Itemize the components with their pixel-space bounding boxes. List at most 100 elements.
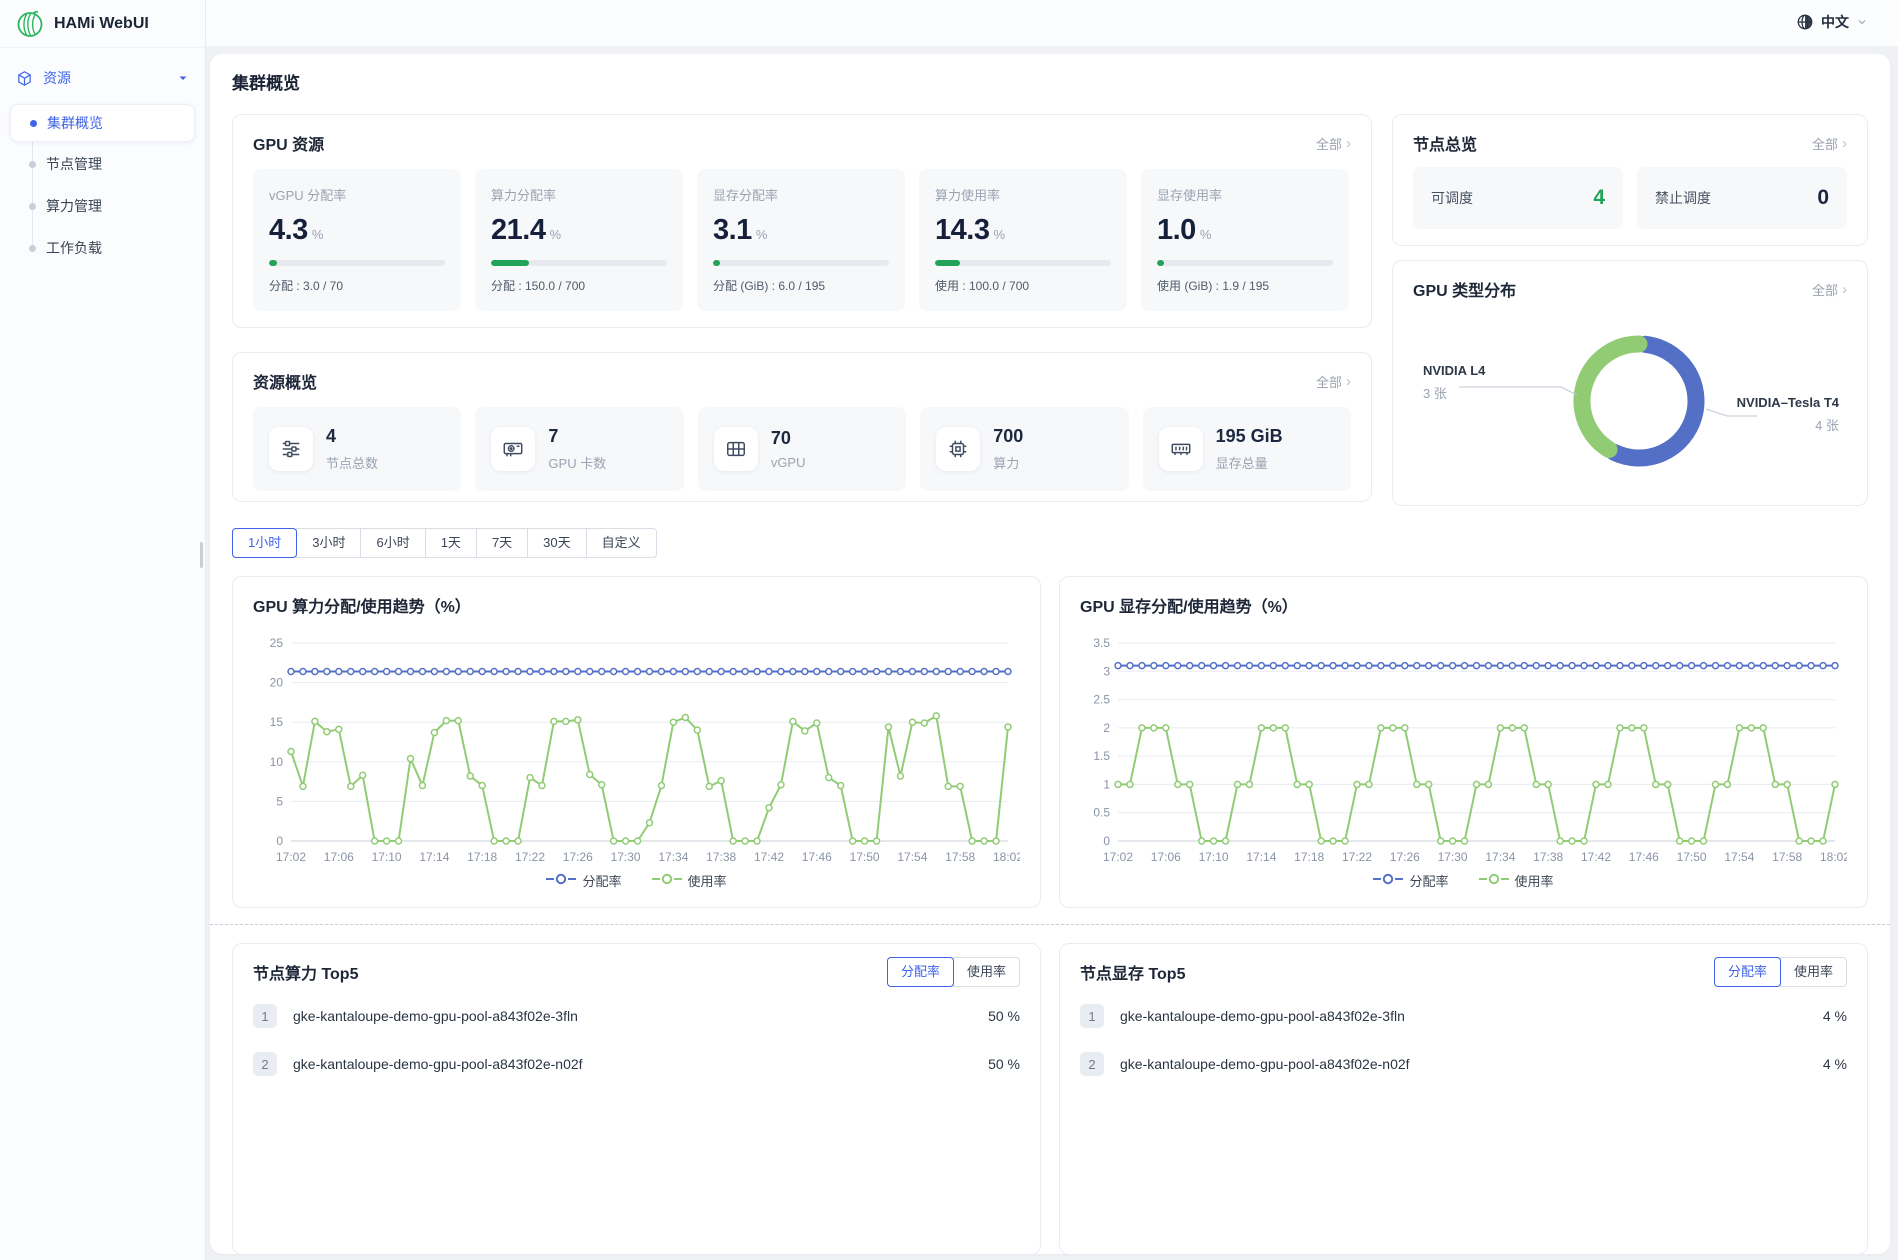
resource-label: GPU 卡数 — [548, 453, 606, 472]
chevron-down-icon — [1856, 16, 1868, 28]
sidebar-resize-handle[interactable] — [200, 542, 203, 568]
resource-tiles: 4 节点总数 7 — [253, 407, 1351, 491]
card-title: 节点总览 — [1413, 131, 1477, 155]
top5-row: 1 gke-kantaloupe-demo-gpu-pool-a843f02e-… — [253, 1004, 1020, 1028]
card-title: 节点算力 Top5 — [253, 960, 358, 984]
progress-bar — [269, 260, 445, 266]
legend-alloc-rate[interactable]: 分配率 — [1373, 871, 1448, 890]
toggle-usage-rate[interactable]: 使用率 — [953, 957, 1020, 987]
tab-1d[interactable]: 1天 — [425, 528, 477, 558]
chart-title: GPU 显存分配/使用趋势（%） — [1080, 593, 1847, 617]
node-overview-all-link[interactable]: 全部› — [1812, 134, 1847, 153]
svg-text:17:38: 17:38 — [706, 850, 736, 864]
svg-text:25: 25 — [270, 636, 284, 650]
svg-text:0: 0 — [276, 834, 283, 848]
svg-text:17:02: 17:02 — [276, 850, 306, 864]
tab-3h[interactable]: 3小时 — [296, 528, 361, 558]
schedulable-count: 4 — [1593, 186, 1605, 210]
node-tile-unschedulable: 禁止调度 0 — [1637, 167, 1847, 229]
resource-overview-card: 资源概览 全部› — [232, 352, 1372, 502]
legend-marker-icon — [652, 873, 682, 888]
language-selector[interactable]: 中文 — [1796, 12, 1868, 32]
resource-tile-vgpu: 70 vGPU — [698, 407, 906, 491]
toggle-usage-rate[interactable]: 使用率 — [1780, 957, 1847, 987]
gpu-type-donut-chart: NVIDIA L4 3 张 NVIDIA–Tesla T4 4 张 — [1413, 303, 1847, 487]
tab-7d[interactable]: 7天 — [476, 528, 528, 558]
globe-icon — [1796, 13, 1814, 31]
svg-text:17:54: 17:54 — [897, 850, 927, 864]
resource-value: 700 — [993, 426, 1023, 447]
svg-text:17:14: 17:14 — [419, 850, 449, 864]
svg-text:17:58: 17:58 — [1772, 850, 1802, 864]
svg-text:17:18: 17:18 — [1294, 850, 1324, 864]
rank-badge: 1 — [1080, 1004, 1104, 1028]
sidebar: HAMi WebUI 资源 集群概览 节点管理 算力管理 — [0, 0, 206, 1260]
unschedulable-count: 0 — [1817, 186, 1829, 210]
progress-bar — [1157, 260, 1333, 266]
legend-alloc-rate[interactable]: 分配率 — [546, 871, 621, 890]
sidebar-group-label: 资源 — [43, 68, 71, 88]
svg-text:17:18: 17:18 — [467, 850, 497, 864]
stat-value: 3.1 — [713, 214, 752, 247]
cube-icon — [16, 70, 33, 87]
sidebar-item-cluster-overview[interactable]: 集群概览 — [10, 104, 195, 142]
progress-bar — [713, 260, 889, 266]
node-name: gke-kantaloupe-demo-gpu-pool-a843f02e-n0… — [1120, 1056, 1410, 1072]
svg-text:17:34: 17:34 — [1485, 850, 1515, 864]
compute-trend-card: GPU 算力分配/使用趋势（%） 051015202517:0217:0617:… — [232, 576, 1041, 908]
sidebar-group-resources[interactable]: 资源 — [0, 58, 205, 98]
chevron-right-icon: › — [1842, 282, 1847, 297]
vgpu-icon — [714, 427, 758, 471]
svg-text:2.5: 2.5 — [1093, 693, 1110, 707]
gpu-resources-all-link[interactable]: 全部› — [1316, 134, 1351, 153]
gpu-type-all-link[interactable]: 全部› — [1812, 280, 1847, 299]
stat-value: 21.4 — [491, 214, 545, 247]
svg-text:1: 1 — [1103, 777, 1110, 791]
sidebar-submenu: 集群概览 节点管理 算力管理 工作负载 — [0, 104, 205, 268]
legend-marker-icon — [1373, 873, 1403, 888]
dashed-divider — [210, 924, 1890, 925]
sidebar-item-compute-management[interactable]: 算力管理 — [0, 186, 205, 226]
stat-detail: 使用 (GiB) : 1.9 / 195 — [1157, 277, 1333, 294]
svg-text:17:42: 17:42 — [1581, 850, 1611, 864]
memory-trend-card: GPU 显存分配/使用趋势（%） 00.511.522.533.517:0217… — [1059, 576, 1868, 908]
toggle-alloc-rate[interactable]: 分配率 — [887, 957, 954, 987]
svg-text:17:10: 17:10 — [372, 850, 402, 864]
stat-tile-compute-alloc: 算力分配率 21.4% 分配 : 150.0 / 700 — [475, 169, 683, 311]
resource-value: 70 — [771, 428, 806, 449]
tab-30d[interactable]: 30天 — [527, 528, 586, 558]
svg-text:17:46: 17:46 — [1629, 850, 1659, 864]
node-value: 4 % — [1823, 1008, 1847, 1024]
chart-title: GPU 算力分配/使用趋势（%） — [253, 593, 1020, 617]
legend-usage-rate[interactable]: 使用率 — [652, 871, 727, 890]
resource-label: 显存总量 — [1216, 453, 1283, 472]
topbar: 中文 — [0, 0, 1898, 46]
tab-custom[interactable]: 自定义 — [586, 528, 657, 558]
chevron-right-icon: › — [1346, 374, 1351, 389]
resource-overview-all-link[interactable]: 全部› — [1316, 372, 1351, 391]
card-title: 资源概览 — [253, 369, 317, 393]
top5-row: 2 gke-kantaloupe-demo-gpu-pool-a843f02e-… — [1080, 1052, 1847, 1076]
toggle-alloc-rate[interactable]: 分配率 — [1714, 957, 1781, 987]
tab-6h[interactable]: 6小时 — [360, 528, 425, 558]
svg-text:17:50: 17:50 — [850, 850, 880, 864]
sidebar-item-label: 节点管理 — [46, 154, 102, 174]
svg-text:0.5: 0.5 — [1093, 806, 1110, 820]
gpu-stat-tiles: vGPU 分配率 4.3% 分配 : 3.0 / 70 算力分配率 21.4% … — [253, 169, 1351, 311]
svg-text:1.5: 1.5 — [1093, 749, 1110, 763]
top5-row: 1 gke-kantaloupe-demo-gpu-pool-a843f02e-… — [1080, 1004, 1847, 1028]
rank-badge: 1 — [253, 1004, 277, 1028]
tab-1h[interactable]: 1小时 — [232, 528, 297, 558]
svg-text:18:02: 18:02 — [993, 850, 1020, 864]
stat-detail: 分配 : 150.0 / 700 — [491, 277, 667, 294]
active-dot — [30, 120, 37, 127]
rank-badge: 2 — [1080, 1052, 1104, 1076]
item-dot — [29, 245, 36, 252]
sidebar-item-label: 集群概览 — [47, 113, 103, 133]
sidebar-item-workloads[interactable]: 工作负载 — [0, 228, 205, 268]
item-dot — [29, 203, 36, 210]
sidebar-item-node-management[interactable]: 节点管理 — [0, 144, 205, 184]
legend-usage-rate[interactable]: 使用率 — [1479, 871, 1554, 890]
svg-text:15: 15 — [270, 715, 284, 729]
gpu-type-card: GPU 类型分布 全部› NVIDIA L4 3 张 NVIDIA–Tesla … — [1392, 260, 1868, 506]
